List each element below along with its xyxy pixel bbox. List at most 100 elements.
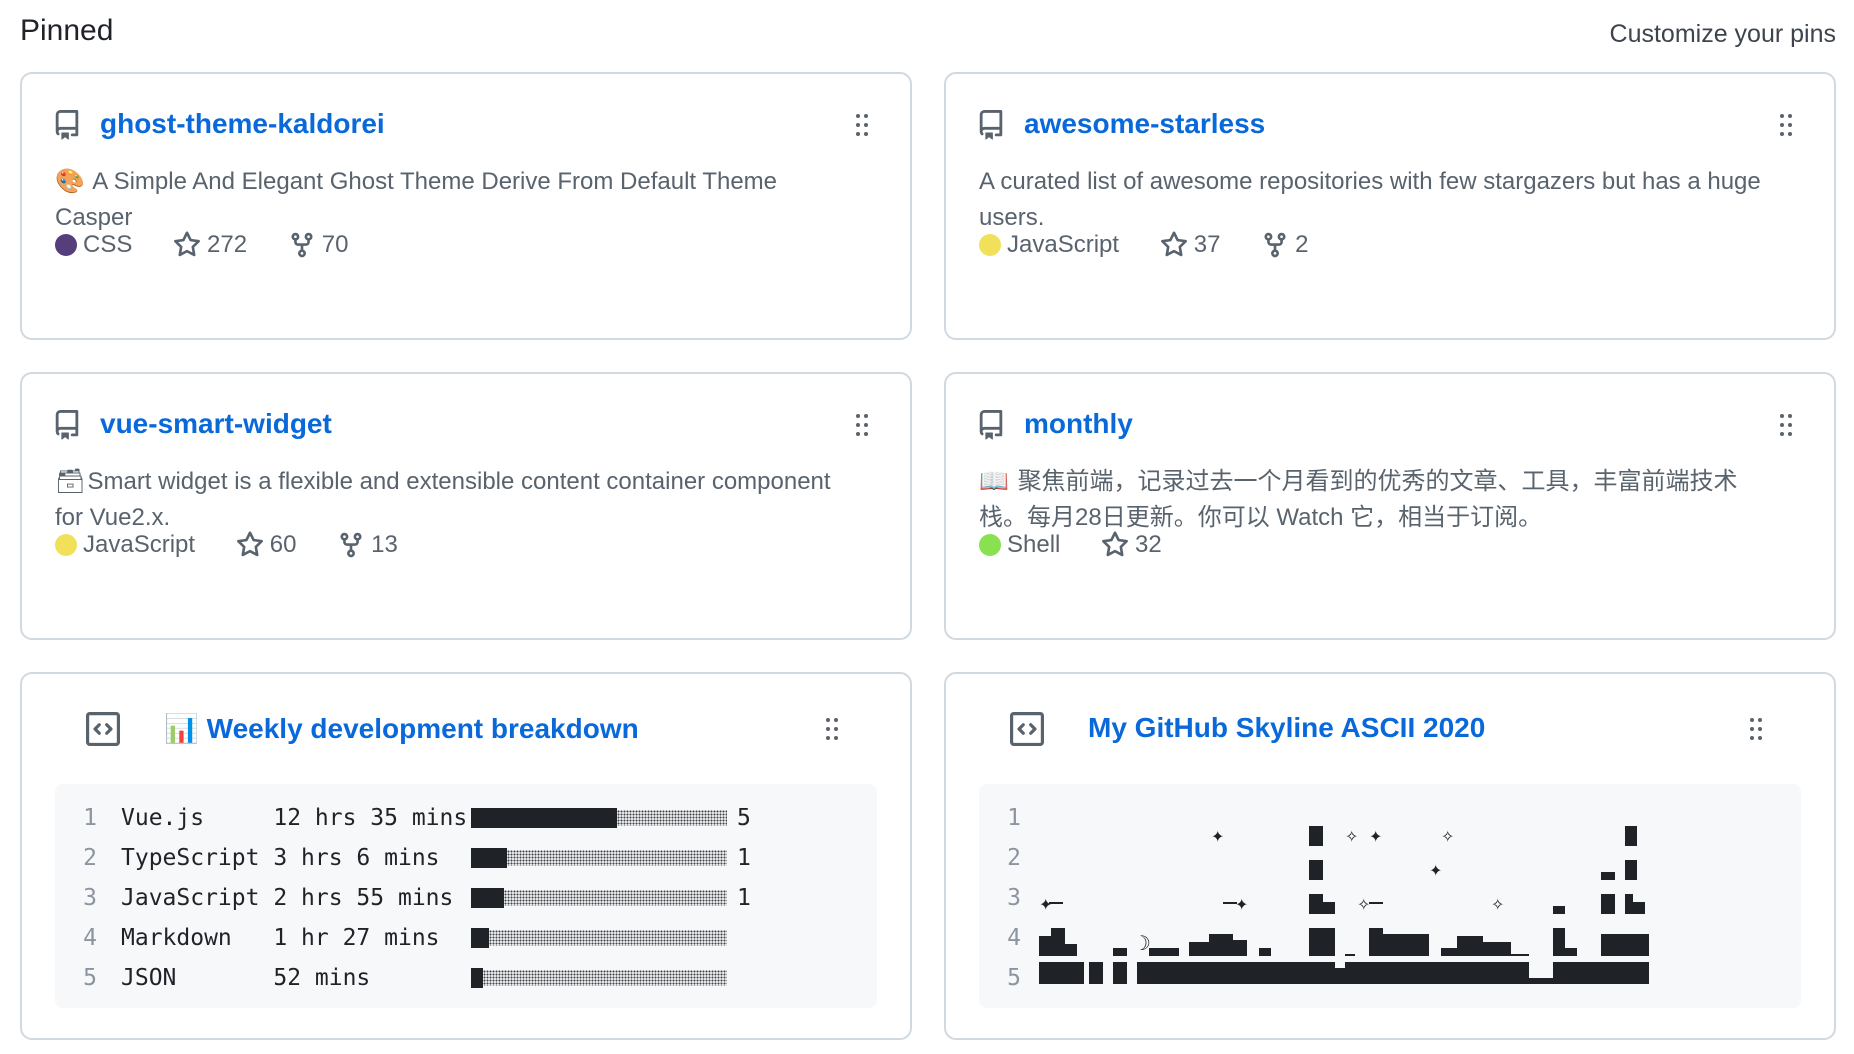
- language-name: JavaScript: [121, 885, 260, 911]
- progress-bar-rest: [489, 930, 727, 946]
- repo-meta: Shell 32: [979, 530, 1196, 566]
- progress-bar-fill: [471, 928, 489, 948]
- grip-icon[interactable]: [1778, 112, 1794, 138]
- description-text: Smart widget is a flexible and extensibl…: [55, 468, 831, 531]
- stargazers-link[interactable]: 37: [1160, 230, 1221, 259]
- pinned-header: Pinned Customize your pins: [20, 10, 1836, 56]
- language: Shell: [979, 531, 1060, 559]
- line-number: 5: [83, 965, 97, 991]
- language-label: Shell: [1007, 530, 1061, 558]
- line-number: 5: [1007, 965, 1021, 991]
- star-count: 32: [1135, 530, 1162, 558]
- grip-icon[interactable]: [1748, 716, 1764, 742]
- progress-bar-rest: [483, 970, 727, 986]
- repo-name-link[interactable]: monthly: [1024, 408, 1133, 440]
- language-name: JSON: [121, 965, 260, 991]
- repo-description: A curated list of awesome repositories w…: [979, 164, 1774, 236]
- star-glyph: ✧: [1491, 895, 1504, 914]
- star-glyph: ✦: [1235, 895, 1248, 914]
- line-number: 1: [1007, 805, 1021, 831]
- grip-icon[interactable]: [824, 716, 840, 742]
- language: CSS: [55, 231, 132, 259]
- fork-icon: [337, 531, 365, 559]
- language-name: TypeScript: [121, 845, 260, 871]
- star-icon: [1101, 531, 1129, 559]
- customize-pins-link[interactable]: Customize your pins: [1610, 20, 1836, 49]
- description-emoji: 📖: [979, 468, 1009, 495]
- language: JavaScript: [55, 531, 195, 559]
- progress-bar-rest: [504, 890, 727, 906]
- progress-bar-fill: [471, 808, 617, 828]
- gist-code-preview: 1 Vue.js 12 hrs 35 mins 5 2 TypeScript 3 hr…: [55, 784, 877, 1008]
- stargazers-link[interactable]: 32: [1101, 531, 1162, 559]
- pinned-repo-card: monthly 📖 聚焦前端，记录过去一个月看到的优秀的文章、工具，丰富前端技术…: [944, 372, 1836, 640]
- pinned-gist-card: 📊 Weekly development breakdown 1 Vue.js 1…: [20, 672, 912, 1040]
- repo-meta: JavaScript 60 13: [55, 530, 432, 566]
- star-count: 60: [269, 530, 297, 558]
- repo-meta: CSS 272 70: [55, 230, 382, 266]
- grip-icon[interactable]: [1778, 412, 1794, 438]
- star-glyph: ✦: [1211, 827, 1224, 846]
- star-icon: [1160, 231, 1188, 259]
- star-icon: [173, 231, 201, 259]
- repo-name-link[interactable]: vue-smart-widget: [100, 408, 332, 440]
- line-number: 1: [83, 805, 97, 831]
- progress-bar: [471, 808, 727, 828]
- pinned-gist-card: My GitHub Skyline ASCII 2020 1 2 3 4 5 ✦…: [944, 672, 1836, 1040]
- star-glyph: ✧: [1357, 895, 1370, 914]
- progress-bar-fill: [471, 848, 507, 868]
- star-glyph: ✧: [1345, 827, 1358, 846]
- repo-name-link[interactable]: ghost-theme-kaldorei: [100, 108, 385, 140]
- forks-link[interactable]: 70: [288, 230, 349, 259]
- percent-text: 1: [737, 845, 751, 871]
- description-emoji: 🗃: [55, 468, 86, 495]
- fork-icon: [288, 231, 316, 259]
- language-name: Vue.js: [121, 805, 260, 831]
- star-glyph: ✦: [1039, 895, 1052, 914]
- time-spent: 52 mins: [273, 965, 468, 991]
- time-spent: 1 hr 27 mins: [273, 925, 468, 951]
- code-line: 1 Vue.js 12 hrs 35 mins 5: [55, 798, 877, 838]
- progress-bar: [471, 888, 727, 908]
- gist-title-emoji: 📊: [164, 713, 199, 744]
- gist-code-preview: 1 2 3 4 5 ✦ ✧ ✦ ✧ ✦ ✦ ✦ ✧ ✧ ☽: [979, 784, 1801, 1008]
- star-glyph: ✧: [1441, 827, 1454, 846]
- language-label: CSS: [83, 230, 133, 258]
- time-spent: 2 hrs 55 mins: [273, 885, 468, 911]
- time-spent: 12 hrs 35 mins: [273, 805, 468, 831]
- forks-link[interactable]: 13: [337, 531, 398, 559]
- line-number: 3: [83, 885, 97, 911]
- description-text: 聚焦前端，记录过去一个月看到的优秀的文章、工具，丰富前端技术栈。每月28日更新。…: [979, 468, 1738, 531]
- grip-icon[interactable]: [854, 412, 870, 438]
- code-line: 4 Markdown 1 hr 27 mins: [55, 918, 877, 958]
- stargazers-link[interactable]: 60: [236, 530, 297, 559]
- gist-title-link[interactable]: My GitHub Skyline ASCII 2020: [1088, 712, 1485, 744]
- fork-count: 13: [371, 530, 398, 558]
- description-text: A Simple And Elegant Ghost Theme Derive …: [55, 168, 778, 231]
- code-square-icon: [86, 712, 120, 746]
- code-line: 2 TypeScript 3 hrs 6 mins 1: [55, 838, 877, 878]
- code-line: 5 JSON 52 mins: [55, 958, 877, 998]
- repo-name-link[interactable]: awesome-starless: [1024, 108, 1265, 140]
- fork-count: 70: [321, 230, 349, 258]
- progress-bar-fill: [471, 888, 504, 908]
- percent-text: 1: [737, 885, 751, 911]
- language: JavaScript: [979, 231, 1119, 259]
- progress-bar-rest: [507, 850, 727, 866]
- forks-link[interactable]: 2: [1261, 231, 1308, 259]
- line-number: 2: [83, 845, 97, 871]
- star-icon: [236, 531, 264, 559]
- star-count: 37: [1193, 230, 1221, 258]
- code-square-icon: [1010, 712, 1044, 746]
- line-number: 3: [1007, 885, 1021, 911]
- star-glyph: ✦: [1369, 827, 1382, 846]
- language-label: JavaScript: [83, 530, 196, 558]
- progress-bar-fill: [471, 968, 483, 988]
- gist-title-link[interactable]: 📊 Weekly development breakdown: [164, 712, 639, 745]
- language-color-dot: [979, 533, 1001, 556]
- time-spent: 3 hrs 6 mins: [273, 845, 468, 871]
- stargazers-link[interactable]: 272: [173, 231, 247, 259]
- gist-title-text: Weekly development breakdown: [206, 713, 639, 744]
- fork-icon: [1261, 231, 1289, 259]
- grip-icon[interactable]: [854, 112, 870, 138]
